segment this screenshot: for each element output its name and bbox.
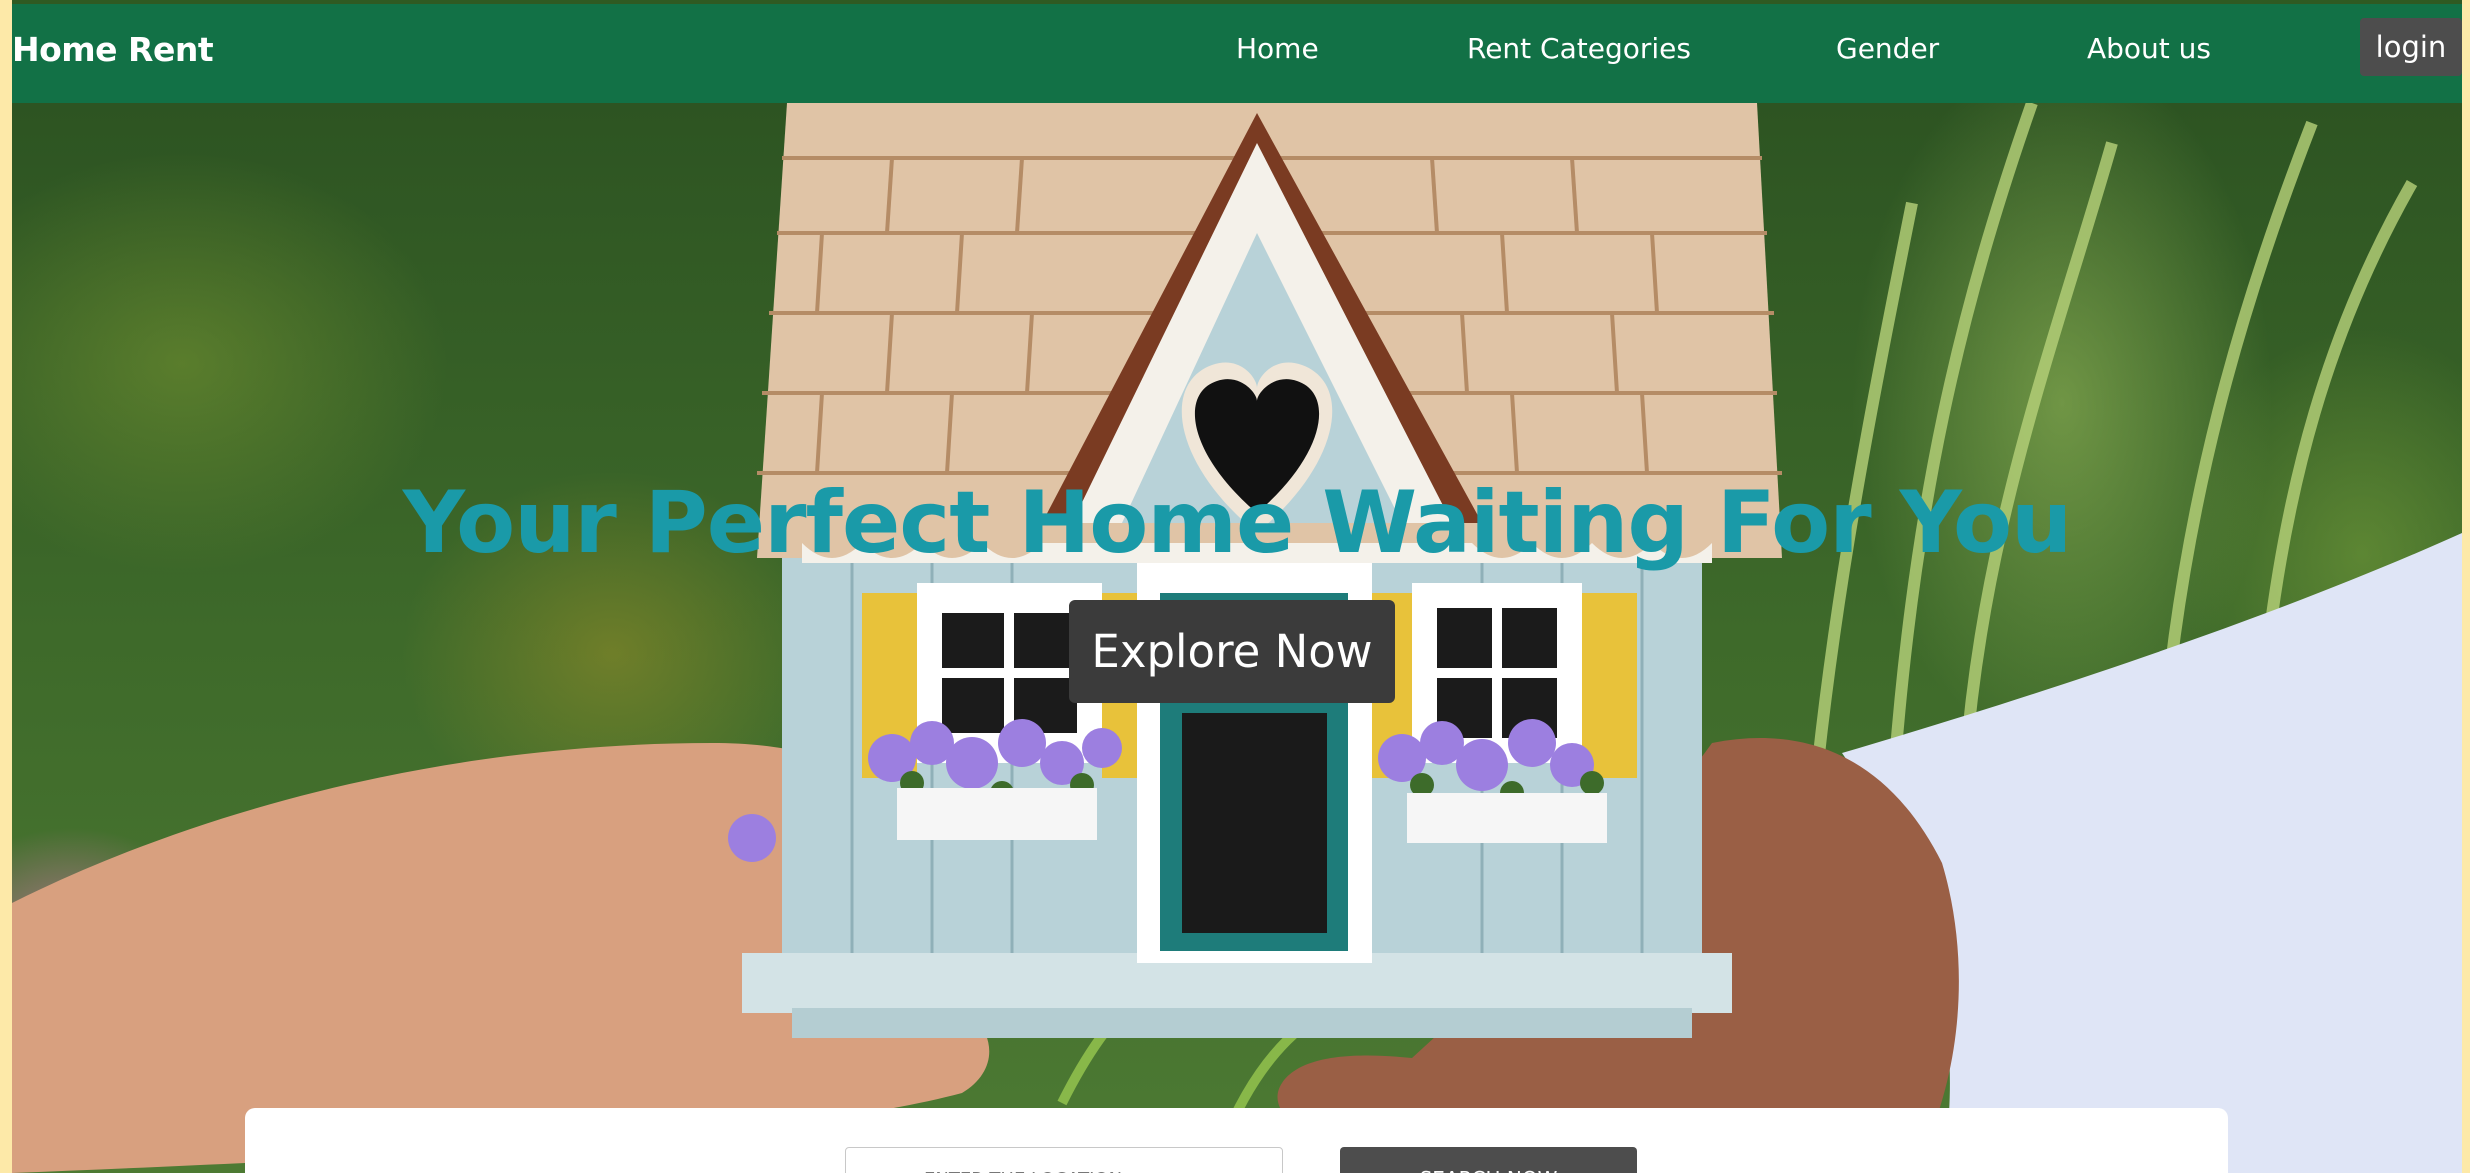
login-button[interactable]: login: [2360, 18, 2462, 76]
nav-link-gender[interactable]: Gender: [1836, 32, 1939, 65]
nav-link-about-us[interactable]: About us: [2087, 32, 2211, 65]
search-now-button[interactable]: SEARCH NOW: [1340, 1147, 1637, 1173]
nav-link-home[interactable]: Home: [1236, 32, 1319, 65]
nav-link-rent-categories[interactable]: Rent Categories: [1467, 32, 1691, 65]
hero-section: Your Perfect Home Waiting For You Explor…: [12, 103, 2462, 1173]
explore-now-button[interactable]: Explore Now: [1069, 600, 1395, 703]
hero-title: Your Perfect Home Waiting For You: [402, 473, 2073, 573]
location-input[interactable]: [845, 1147, 1283, 1173]
page: Home Rent Home Rent Categories Gender Ab…: [12, 0, 2462, 1173]
search-panel: SEARCH NOW: [245, 1108, 2228, 1173]
brand-logo[interactable]: Home Rent: [12, 30, 214, 69]
navbar: Home Rent Home Rent Categories Gender Ab…: [12, 4, 2462, 103]
